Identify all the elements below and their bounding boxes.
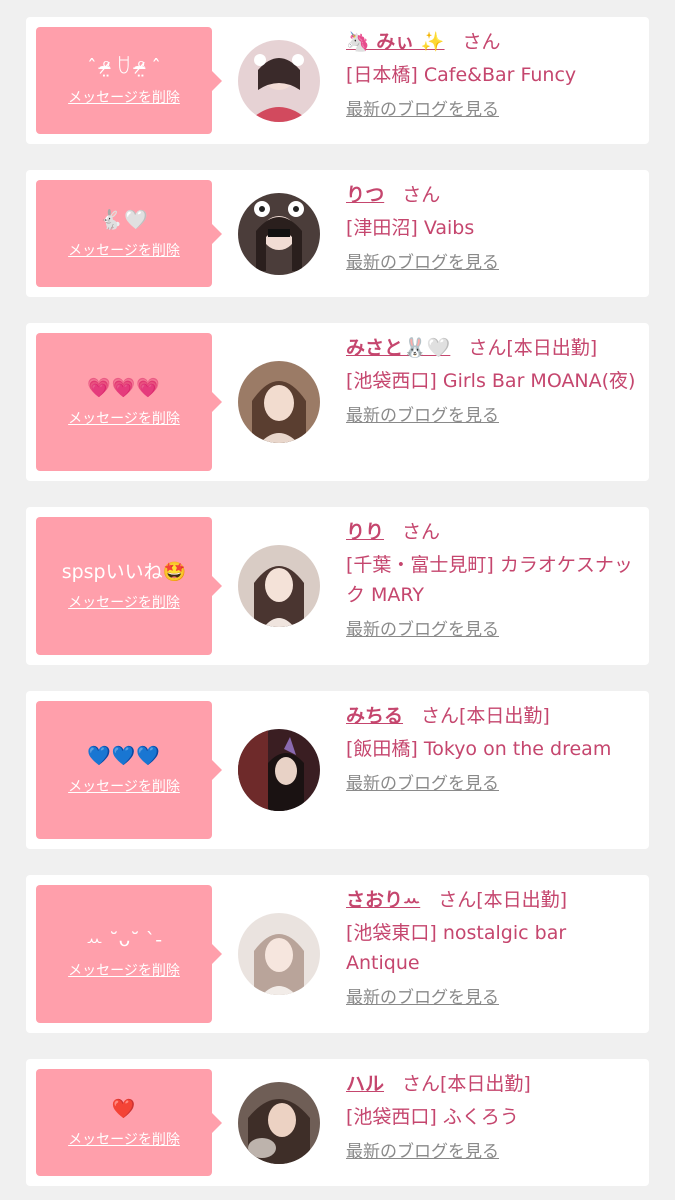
- message-bubble: 💗💗💗 メッセージを削除: [36, 333, 222, 471]
- message-text: ❤️: [111, 1097, 137, 1120]
- name-line: 🦄 みぃ ✨ さん: [346, 28, 636, 56]
- member-suffix: さん[本日出勤]: [402, 1073, 531, 1095]
- shop-name: [千葉・富士見町] カラオケスナック MARY: [346, 554, 633, 606]
- avatar[interactable]: [238, 1082, 320, 1164]
- member-suffix: さん: [402, 184, 441, 206]
- avatar-photo-4-icon: [238, 545, 320, 627]
- message-card: 💗💗💗 メッセージを削除 みさと🐰🤍 さん[本日出勤] [池袋西口] Girls …: [26, 323, 649, 481]
- member-info: ハル さん[本日出勤] [池袋西口] ふくろう 最新のブログを見る: [346, 1070, 636, 1164]
- member-suffix: さん[本日出勤]: [468, 337, 598, 359]
- member-name-link[interactable]: みちる: [346, 705, 403, 727]
- member-name-link[interactable]: みさと🐰🤍: [346, 337, 450, 359]
- latest-blog-link[interactable]: 最新のブログを見る: [346, 986, 636, 1010]
- avatar[interactable]: [238, 545, 320, 627]
- avatar[interactable]: [238, 40, 320, 122]
- member-name-link[interactable]: ハル: [346, 1073, 384, 1095]
- shop-name: [飯田橋] Tokyo on the dream: [346, 738, 612, 760]
- shop-name: [日本橋] Cafe&Bar Funcy: [346, 64, 577, 86]
- message-card: ˆ ᵒ̴̶̷̤ ꇴ ᵒ̴̶̷̤ ˆ メッセージを削除 🦄 みぃ ✨ さん [日本橋…: [26, 17, 649, 144]
- member-suffix: さん: [402, 521, 441, 543]
- message-bubble: ꕀ ˘ᴗ˘ ˋ- メッセージを削除: [36, 885, 222, 1023]
- message-text: 💗💗💗: [87, 377, 161, 399]
- delete-message-link[interactable]: メッセージを削除: [68, 408, 180, 428]
- delete-message-link[interactable]: メッセージを削除: [68, 592, 180, 612]
- member-info: りり さん [千葉・富士見町] カラオケスナック MARY 最新のブログを見る: [346, 518, 636, 642]
- delete-message-link[interactable]: メッセージを削除: [68, 1129, 180, 1149]
- member-info: 🦄 みぃ ✨ さん [日本橋] Cafe&Bar Funcy 最新のブログを見る: [346, 28, 636, 122]
- member-name-link[interactable]: 🦄 みぃ ✨: [346, 31, 445, 53]
- member-info: りつ さん [津田沼] Vaibs 最新のブログを見る: [346, 181, 636, 275]
- avatar-photo-5-icon: [238, 729, 320, 811]
- message-card: 💙💙💙 メッセージを削除 みちる さん[本日出勤] [飯田橋] Tokyo on …: [26, 691, 649, 849]
- latest-blog-link[interactable]: 最新のブログを見る: [346, 98, 636, 122]
- name-line: りつ さん: [346, 181, 636, 209]
- shop-name: [池袋西口] Girls Bar MOANA(夜): [346, 370, 636, 392]
- avatar[interactable]: [238, 361, 320, 443]
- message-bubble: ˆ ᵒ̴̶̷̤ ꇴ ᵒ̴̶̷̤ ˆ メッセージを削除: [36, 27, 222, 134]
- name-line: りり さん: [346, 518, 636, 546]
- shop-name: [池袋西口] ふくろう: [346, 1106, 519, 1128]
- message-bubble: 🐇🤍 メッセージを削除: [36, 180, 222, 287]
- shop-name: [津田沼] Vaibs: [346, 217, 475, 239]
- name-line: ハル さん[本日出勤]: [346, 1070, 636, 1098]
- avatar-photo-7-icon: [238, 1082, 320, 1164]
- delete-message-link[interactable]: メッセージを削除: [68, 776, 180, 796]
- shop-name: [池袋東口] nostalgic bar Antique: [346, 922, 567, 974]
- name-line: みさと🐰🤍 さん[本日出勤]: [346, 334, 636, 362]
- member-info: みさと🐰🤍 さん[本日出勤] [池袋西口] Girls Bar MOANA(夜) …: [346, 334, 636, 428]
- member-suffix: さん[本日出勤]: [421, 705, 550, 727]
- avatar[interactable]: [238, 913, 320, 995]
- message-list: ˆ ᵒ̴̶̷̤ ꇴ ᵒ̴̶̷̤ ˆ メッセージを削除 🦄 みぃ ✨ さん [日本橋…: [0, 0, 675, 1200]
- latest-blog-link[interactable]: 最新のブログを見る: [346, 1140, 636, 1164]
- message-text: ˆ ᵒ̴̶̷̤ ꇴ ᵒ̴̶̷̤ ˆ: [87, 55, 161, 78]
- avatar-photo-3-icon: [238, 361, 320, 443]
- avatar-photo-2-icon: [238, 193, 320, 275]
- latest-blog-link[interactable]: 最新のブログを見る: [346, 251, 636, 275]
- message-bubble: spspいいね🤩 メッセージを削除: [36, 517, 222, 655]
- message-text: spspいいね🤩: [61, 561, 187, 583]
- delete-message-link[interactable]: メッセージを削除: [68, 960, 180, 980]
- avatar-photo-1-icon: [238, 40, 320, 122]
- message-text: ꕀ ˘ᴗ˘ ˋ-: [85, 929, 163, 951]
- message-card: spspいいね🤩 メッセージを削除 りり さん [千葉・富士見町] カラオケスナッ…: [26, 507, 649, 665]
- message-text: 💙💙💙: [87, 745, 161, 767]
- avatar-photo-6-icon: [238, 913, 320, 995]
- member-suffix: さん: [462, 31, 501, 53]
- delete-message-link[interactable]: メッセージを削除: [68, 240, 180, 260]
- message-card: ꕀ ˘ᴗ˘ ˋ- メッセージを削除 さおりꕀ さん[本日出勤] [池袋東口] no…: [26, 875, 649, 1033]
- latest-blog-link[interactable]: 最新のブログを見る: [346, 404, 636, 428]
- message-bubble: ❤️ メッセージを削除: [36, 1069, 222, 1176]
- latest-blog-link[interactable]: 最新のブログを見る: [346, 772, 636, 796]
- member-suffix: さん[本日出勤]: [438, 889, 568, 911]
- message-card: ❤️ メッセージを削除 ハル さん[本日出勤] [池袋西口] ふくろう 最新のブロ…: [26, 1059, 649, 1186]
- name-line: みちる さん[本日出勤]: [346, 702, 636, 730]
- member-name-link[interactable]: りり: [346, 521, 384, 543]
- name-line: さおりꕀ さん[本日出勤]: [346, 886, 636, 914]
- delete-message-link[interactable]: メッセージを削除: [68, 87, 180, 107]
- avatar[interactable]: [238, 193, 320, 275]
- avatar[interactable]: [238, 729, 320, 811]
- message-bubble: 💙💙💙 メッセージを削除: [36, 701, 222, 839]
- member-info: さおりꕀ さん[本日出勤] [池袋東口] nostalgic bar Antiqu…: [346, 886, 636, 1010]
- message-text: 🐇🤍: [99, 208, 149, 231]
- member-name-link[interactable]: りつ: [346, 184, 384, 206]
- member-info: みちる さん[本日出勤] [飯田橋] Tokyo on the dream 最新の…: [346, 702, 636, 796]
- member-name-link[interactable]: さおりꕀ: [346, 889, 420, 911]
- message-card: 🐇🤍 メッセージを削除 りつ さん [津田沼] Vaibs 最新のブログを見る: [26, 170, 649, 297]
- latest-blog-link[interactable]: 最新のブログを見る: [346, 618, 636, 642]
